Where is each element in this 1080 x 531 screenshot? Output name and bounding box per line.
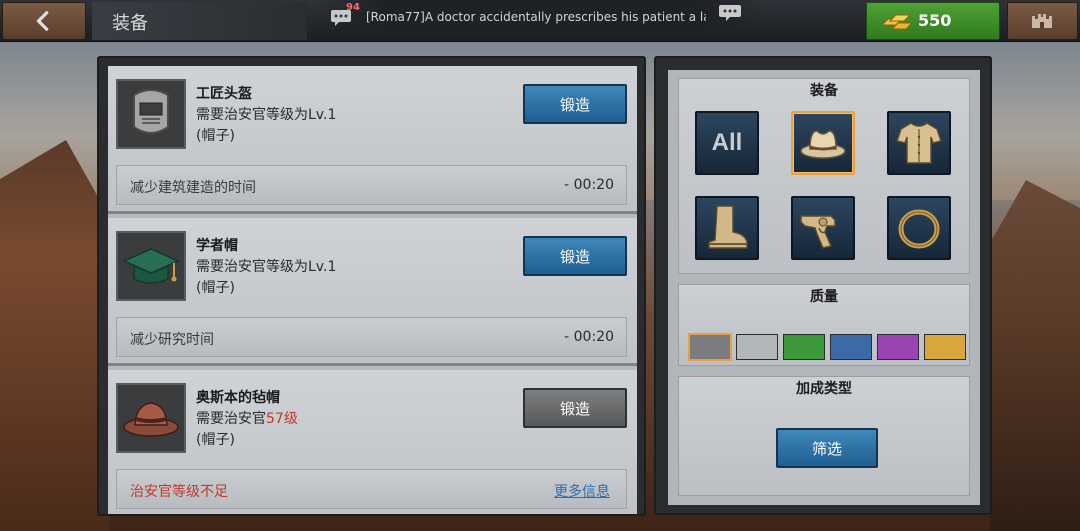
background-cliff-left bbox=[0, 140, 110, 531]
slot-weapon-button[interactable] bbox=[791, 196, 855, 260]
chat-bubble-icon[interactable] bbox=[718, 4, 742, 22]
forge-button-disabled[interactable]: 锻造 bbox=[523, 388, 627, 428]
all-icon: All bbox=[711, 129, 743, 156]
shirt-icon bbox=[896, 122, 942, 164]
equipment-type-section: 装备 All bbox=[678, 78, 970, 274]
slot-boots-button[interactable] bbox=[695, 196, 759, 260]
background-cliff-right bbox=[990, 180, 1080, 531]
effect-row: 治安官等级不足 更多信息 bbox=[116, 469, 627, 509]
graduation-cap-icon bbox=[118, 233, 184, 299]
chat-message[interactable]: [Roma77]A doctor accidentally prescribes… bbox=[366, 10, 706, 24]
equipment-thumbnail[interactable] bbox=[116, 231, 186, 301]
effect-time: - 00:20 bbox=[564, 177, 614, 193]
forge-button[interactable]: 锻造 bbox=[523, 236, 627, 276]
section-title: 加成类型 bbox=[796, 381, 852, 397]
equipment-list[interactable]: 工匠头盔 需要治安官等级为Lv.1 (帽子) 锻造 减少建筑建造的时间 - 00… bbox=[108, 66, 637, 514]
equipment-thumbnail[interactable] bbox=[116, 79, 186, 149]
quality-swatch-green[interactable] bbox=[783, 334, 825, 360]
quality-swatch-gray[interactable] bbox=[688, 333, 732, 361]
ring-icon bbox=[898, 209, 940, 249]
quality-swatch-white[interactable] bbox=[736, 334, 778, 360]
forge-button[interactable]: 锻造 bbox=[523, 84, 627, 124]
equipment-card: 学者帽 需要治安官等级为Lv.1 (帽子) 锻造 减少研究时间 - 00:20 bbox=[108, 218, 637, 366]
back-arrow-icon bbox=[36, 11, 49, 31]
effect-description: 减少建筑建造的时间 bbox=[130, 180, 256, 196]
filter-panel-inner: 装备 All 质量 加成类型 筛选 bbox=[668, 70, 980, 505]
section-title: 装备 bbox=[810, 83, 838, 99]
section-title: 质量 bbox=[810, 289, 838, 305]
filter-panel: 装备 All 质量 加成类型 筛选 bbox=[654, 56, 992, 515]
revolver-icon bbox=[800, 215, 836, 249]
effect-row: 减少建筑建造的时间 - 00:20 bbox=[116, 165, 627, 205]
quality-swatch-orange[interactable] bbox=[924, 334, 966, 360]
equipment-card: 奥斯本的毡帽 需要治安官57级 (帽子) 锻造 治安官等级不足 更多信息 bbox=[108, 370, 637, 514]
equipment-list-panel: 工匠头盔 需要治安官等级为Lv.1 (帽子) 锻造 减少建筑建造的时间 - 00… bbox=[97, 56, 646, 516]
quality-swatch-purple[interactable] bbox=[877, 334, 919, 360]
requirement-prefix: 需要治安官 bbox=[196, 411, 266, 427]
chat-unread-badge: 94 bbox=[346, 2, 360, 13]
slot-all-button[interactable]: All bbox=[695, 111, 759, 175]
equipment-requirement: 需要治安官57级 bbox=[196, 408, 298, 428]
equipment-type: (帽子) bbox=[196, 128, 235, 144]
back-button[interactable] bbox=[2, 2, 86, 40]
effect-row: 减少研究时间 - 00:20 bbox=[116, 317, 627, 357]
requirement-level: 57级 bbox=[266, 411, 298, 427]
more-info-link[interactable]: 更多信息 bbox=[554, 481, 610, 501]
quality-section: 质量 bbox=[678, 284, 970, 366]
fedora-hat-icon bbox=[118, 385, 184, 451]
equipment-requirement: 需要治安官等级为Lv.1 bbox=[196, 107, 337, 123]
equipment-thumbnail[interactable] bbox=[116, 383, 186, 453]
castle-icon bbox=[1032, 14, 1052, 28]
equipment-type: (帽子) bbox=[196, 280, 235, 296]
equipment-type: (帽子) bbox=[196, 432, 235, 448]
effect-time: - 00:20 bbox=[564, 329, 614, 345]
equipment-name: 学者帽 bbox=[196, 238, 238, 254]
filter-button[interactable]: 筛选 bbox=[776, 428, 878, 468]
boot-icon bbox=[708, 205, 748, 249]
slot-hat-button[interactable] bbox=[791, 111, 855, 175]
page-title: 装备 bbox=[112, 13, 148, 34]
equipment-name: 奥斯本的毡帽 bbox=[196, 390, 280, 406]
welding-helmet-icon bbox=[118, 81, 184, 147]
quality-swatch-blue[interactable] bbox=[830, 334, 872, 360]
bonus-type-section: 加成类型 筛选 bbox=[678, 376, 970, 496]
gold-amount: 550 bbox=[918, 11, 952, 30]
level-insufficient-warning: 治安官等级不足 bbox=[130, 484, 228, 500]
slot-shirt-button[interactable] bbox=[887, 111, 951, 175]
gold-bars-icon bbox=[880, 14, 914, 30]
equipment-name: 工匠头盔 bbox=[196, 86, 252, 102]
effect-description: 减少研究时间 bbox=[130, 332, 214, 348]
equipment-requirement: 需要治安官等级为Lv.1 bbox=[196, 259, 337, 275]
cowboy-hat-icon bbox=[800, 130, 846, 159]
slot-ring-button[interactable] bbox=[887, 196, 951, 260]
equipment-card: 工匠头盔 需要治安官等级为Lv.1 (帽子) 锻造 减少建筑建造的时间 - 00… bbox=[108, 66, 637, 214]
